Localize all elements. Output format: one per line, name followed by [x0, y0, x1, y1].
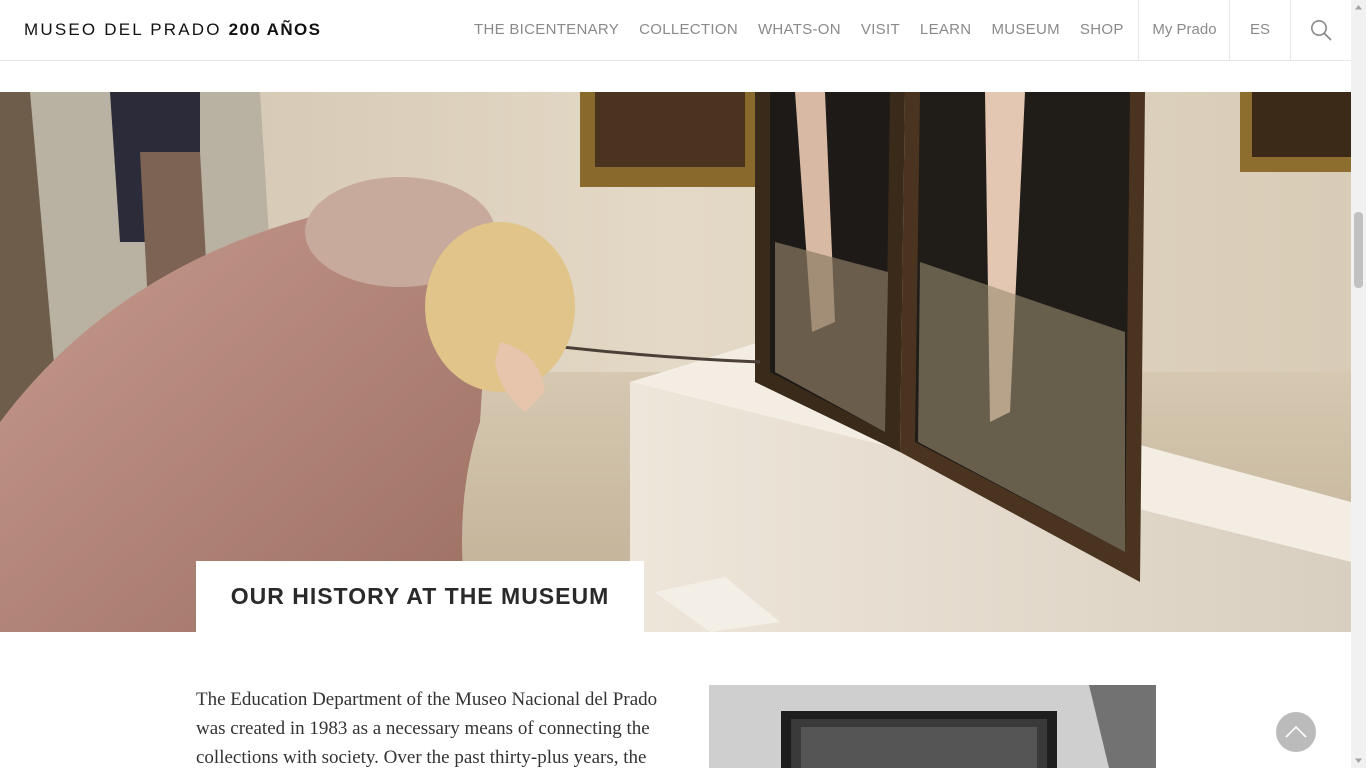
search-icon [1311, 20, 1332, 41]
back-to-top-button[interactable] [1276, 712, 1316, 752]
site-logo[interactable]: MUSEO DEL PRADO 200 AÑOS [24, 19, 321, 41]
scrollbar-thumb[interactable] [1354, 212, 1363, 288]
archive-photo [709, 685, 1156, 768]
nav-item-shop[interactable]: SHOP [1070, 0, 1134, 60]
language-switch[interactable]: ES [1229, 0, 1291, 60]
scroll-up-arrow-icon[interactable] [1351, 0, 1366, 15]
logo-text: MUSEO DEL PRADO [24, 20, 222, 39]
nav-item-collection[interactable]: COLLECTION [629, 0, 748, 60]
hero-title-box: OUR HISTORY AT THE MUSEUM [196, 561, 644, 632]
archive-photo-image [709, 685, 1156, 768]
chevron-up-icon [1285, 725, 1307, 738]
my-prado-link[interactable]: My Prado [1138, 0, 1230, 60]
site-header: MUSEO DEL PRADO 200 AÑOS THE BICENTENARY… [0, 0, 1351, 61]
nav-item-learn[interactable]: LEARN [910, 0, 982, 60]
intro-paragraph: The Education Department of the Museo Na… [196, 689, 658, 768]
hero-image [0, 92, 1351, 632]
nav-item-whats-on[interactable]: WHATS-ON [748, 0, 851, 60]
hero-photo-visitor-at-painting [0, 92, 1351, 632]
scroll-down-arrow-icon[interactable] [1351, 753, 1366, 768]
main-nav: THE BICENTENARY COLLECTION WHATS-ON VISI… [464, 0, 1134, 60]
nav-item-bicentenary[interactable]: THE BICENTENARY [464, 0, 629, 60]
page-title: OUR HISTORY AT THE MUSEUM [230, 583, 610, 609]
nav-item-museum[interactable]: MUSEUM [981, 0, 1069, 60]
nav-item-visit[interactable]: VISIT [851, 0, 910, 60]
logo-bicentenary: 200 AÑOS [228, 20, 322, 39]
search-button[interactable] [1291, 0, 1351, 60]
page-scrollbar[interactable] [1351, 0, 1366, 768]
